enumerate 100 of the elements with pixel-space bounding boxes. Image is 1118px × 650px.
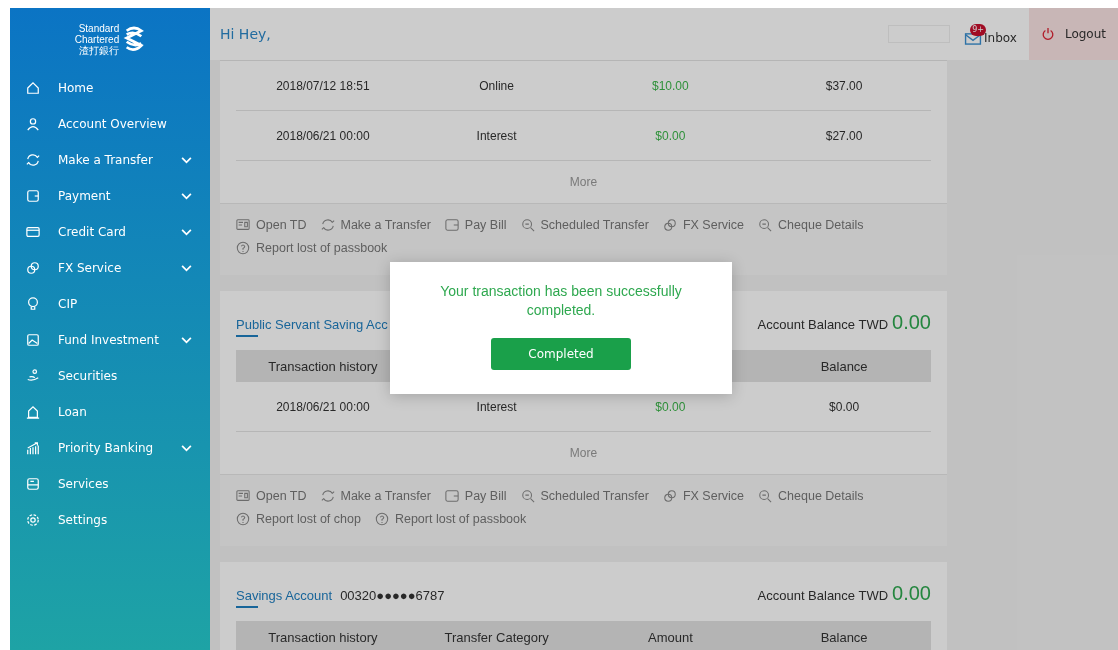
sidebar-item[interactable]: Payment xyxy=(10,178,210,214)
transfer-icon xyxy=(26,153,40,167)
chart-icon xyxy=(26,441,40,455)
coins-icon xyxy=(662,489,677,503)
search-icon xyxy=(758,218,773,232)
table-cell-text: 2018/06/21 00:00 xyxy=(275,128,371,143)
table-cell-text: $37.00 xyxy=(824,78,864,93)
action-link[interactable]: Report lost of chop xyxy=(236,512,361,526)
sidebar-item[interactable]: Home xyxy=(10,70,210,106)
sidebar-item[interactable]: Account Overview xyxy=(10,106,210,142)
logo-icon xyxy=(123,25,146,53)
fx-icon xyxy=(26,261,40,275)
success-message: Your transaction has been successfully completed. xyxy=(439,282,683,320)
action-link[interactable]: Cheque Details xyxy=(758,489,864,503)
sidebar-item[interactable]: CIP xyxy=(10,286,210,322)
logo-text: Standard xyxy=(78,22,120,34)
chevron-down-icon xyxy=(181,156,192,164)
more-link[interactable]: More xyxy=(569,175,598,189)
sidebar-item[interactable]: Loan xyxy=(10,394,210,430)
balance-amount: 0.00 xyxy=(892,582,931,605)
balance-label: Account Balance TWD xyxy=(757,317,889,332)
chevron-down-icon xyxy=(181,228,192,236)
column-header: Transaction history xyxy=(267,629,379,645)
logo-text: 渣打銀行 xyxy=(79,44,120,56)
table-cell-text: Interest xyxy=(475,128,518,143)
refresh-icon xyxy=(320,489,335,503)
logout-button[interactable]: Logout xyxy=(1028,8,1118,60)
table-cell-text: $27.00 xyxy=(824,128,864,143)
sidebar-item[interactable]: Settings xyxy=(10,502,210,538)
action-link[interactable]: Open TD xyxy=(236,489,307,503)
card-icon xyxy=(26,225,40,239)
help-icon xyxy=(374,512,389,526)
help-icon xyxy=(236,512,250,526)
card-icon xyxy=(236,218,250,232)
table-cell-text: Online xyxy=(478,78,515,93)
column-header: Balance xyxy=(819,358,869,374)
column-header: Amount xyxy=(646,629,694,645)
inbox-link[interactable]: 9+ Inbox xyxy=(964,23,1017,45)
table-cell-text: $0.00 xyxy=(828,399,861,414)
home-icon xyxy=(26,81,40,95)
action-link[interactable]: Pay Bill xyxy=(444,218,507,232)
action-link[interactable]: Scheduled Transfer xyxy=(520,489,649,503)
column-header: Transaction history xyxy=(267,358,379,374)
action-link[interactable]: Make a Transfer xyxy=(320,489,431,503)
chevron-down-icon xyxy=(181,264,192,272)
sidebar-item[interactable]: Priority Banking xyxy=(10,430,210,466)
hand-icon xyxy=(26,369,40,383)
table-cell-text: 2018/06/21 00:00 xyxy=(275,399,371,414)
search-icon xyxy=(520,489,535,503)
table-cell-text: 2018/07/12 18:51 xyxy=(275,78,371,93)
help-icon xyxy=(236,241,250,255)
chevron-down-icon xyxy=(181,192,192,200)
card-icon xyxy=(236,489,250,503)
chevron-down-icon xyxy=(181,336,192,344)
wallet-icon xyxy=(26,189,40,203)
account-name-link[interactable]: Public Servant Saving Acc xyxy=(236,317,750,337)
house-icon xyxy=(26,405,40,419)
sidebar-item[interactable]: FX Service xyxy=(10,250,210,286)
services-icon xyxy=(26,477,40,491)
completed-button[interactable]: Completed xyxy=(491,338,631,370)
search-icon xyxy=(758,489,773,503)
wallet-icon xyxy=(444,218,459,232)
action-link[interactable]: Pay Bill xyxy=(444,489,507,503)
balance-amount: 0.00 xyxy=(892,311,931,334)
sidebar-item[interactable]: Services xyxy=(10,466,210,502)
coins-icon xyxy=(662,218,677,232)
table-cell-text: $10.00 xyxy=(651,78,690,93)
account-name-link[interactable]: Savings Account xyxy=(236,588,333,608)
action-link[interactable]: Scheduled Transfer xyxy=(520,218,649,232)
action-link[interactable]: FX Service xyxy=(662,489,745,503)
account-number: 00320●●●●●6787 xyxy=(340,588,446,603)
table-cell-text: $0.00 xyxy=(654,399,687,414)
action-link[interactable]: Open TD xyxy=(236,218,307,232)
greeting: Hi Hey, xyxy=(220,26,272,42)
column-header: Transfer Category xyxy=(443,629,550,645)
mail-icon xyxy=(964,31,983,45)
action-link[interactable]: Make a Transfer xyxy=(320,218,431,232)
bulb-icon xyxy=(26,297,40,311)
power-icon xyxy=(1040,27,1055,41)
image-icon xyxy=(26,333,40,347)
sidebar-item[interactable]: Fund Investment xyxy=(10,322,210,358)
table-cell-text: $0.00 xyxy=(654,128,687,143)
search-icon xyxy=(520,218,535,232)
user-icon xyxy=(26,117,40,131)
action-link[interactable]: Cheque Details xyxy=(758,218,864,232)
chevron-down-icon xyxy=(181,444,192,452)
table-cell-text: Interest xyxy=(475,399,518,414)
gear-icon xyxy=(26,513,40,527)
action-link[interactable]: Report lost of passbook xyxy=(236,241,388,255)
logo-text: Chartered xyxy=(74,33,120,45)
action-link[interactable]: Report lost of passbook xyxy=(374,512,527,526)
column-header: Balance xyxy=(819,629,869,645)
sidebar-item[interactable]: Credit Card xyxy=(10,214,210,250)
action-link[interactable]: FX Service xyxy=(662,218,745,232)
refresh-icon xyxy=(320,218,335,232)
balance-label: Account Balance TWD xyxy=(757,588,889,603)
wallet-icon xyxy=(444,489,459,503)
sidebar-item[interactable]: Make a Transfer xyxy=(10,142,210,178)
sidebar-item[interactable]: Securities xyxy=(10,358,210,394)
more-link[interactable]: More xyxy=(569,446,598,460)
